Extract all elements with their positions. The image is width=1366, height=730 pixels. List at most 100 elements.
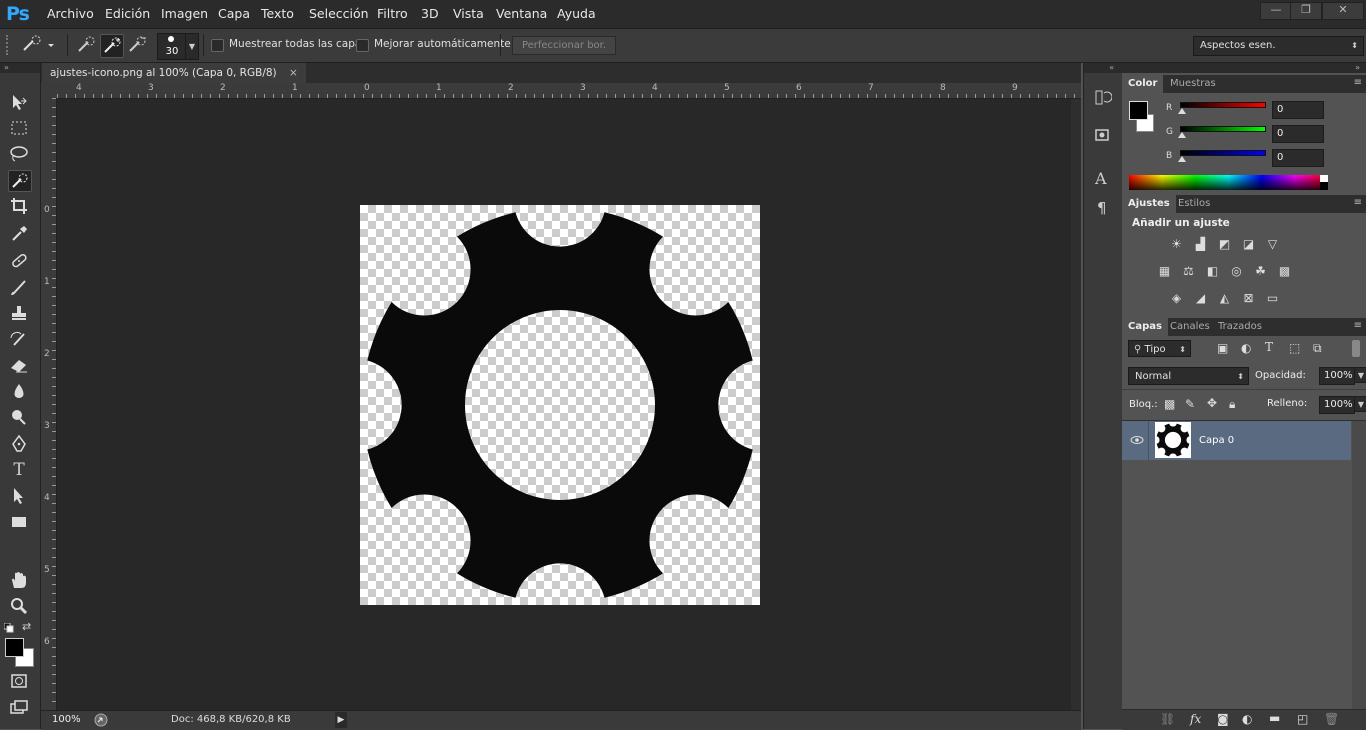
sample-all-layers-checkbox[interactable] [211, 39, 224, 52]
selective-color-icon[interactable]: ⊠ [1240, 291, 1257, 305]
blend-mode-select[interactable]: Normal ⬍ [1128, 367, 1249, 385]
default-colors-icon[interactable] [3, 622, 14, 633]
restore-button[interactable]: ❐ [1290, 2, 1322, 20]
channel-r-input[interactable]: 0 [1272, 101, 1324, 119]
character-panel-icon[interactable]: A [1095, 169, 1107, 188]
new-selection-icon[interactable] [76, 35, 96, 55]
path-selection-tool-icon[interactable] [8, 486, 30, 506]
menu-edicion[interactable]: Edición [105, 6, 150, 21]
channel-r-handle[interactable] [1178, 108, 1186, 114]
workspace-select[interactable]: Aspectos esen. ⬍ [1193, 36, 1364, 56]
invert-icon[interactable]: ◈ [1168, 291, 1185, 305]
zoom-level[interactable]: 100% [52, 714, 81, 725]
color-balance-icon[interactable]: ⚖ [1180, 264, 1197, 278]
tab-ajustes[interactable]: Ajustes [1122, 195, 1176, 213]
eyedropper-tool-icon[interactable] [8, 223, 30, 243]
color-spectrum-ramp[interactable] [1129, 175, 1328, 190]
layer-thumbnail[interactable] [1155, 422, 1191, 458]
menu-seleccion[interactable]: Selección [309, 6, 369, 21]
menu-texto[interactable]: Texto [261, 6, 294, 21]
channel-g-slider[interactable] [1180, 126, 1266, 132]
color-lookup-icon[interactable]: ▩ [1276, 264, 1293, 278]
channel-r-slider[interactable] [1180, 102, 1266, 108]
add-mask-icon[interactable]: ◙ [1217, 712, 1229, 726]
fill-arrow-icon[interactable]: ▼ [1354, 396, 1366, 412]
lock-transparent-pixels-icon[interactable]: ▩ [1164, 397, 1175, 411]
channel-b-handle[interactable] [1178, 156, 1186, 162]
brightness-contrast-icon[interactable]: ☀ [1168, 237, 1185, 251]
menu-3d[interactable]: 3D [421, 6, 439, 21]
link-layers-icon[interactable]: ⛓ [1160, 712, 1175, 726]
gradient-map-icon[interactable]: ▭ [1264, 291, 1281, 305]
posterize-icon[interactable]: ◢ [1192, 291, 1209, 305]
spectrum-black-swatch[interactable] [1320, 182, 1328, 190]
marquee-tool-icon[interactable] [8, 118, 30, 138]
quick-selection-tool-icon[interactable] [8, 170, 32, 192]
quick-mask-icon[interactable] [8, 671, 30, 691]
clone-stamp-tool-icon[interactable] [8, 303, 30, 323]
minimize-button[interactable]: — [1260, 2, 1292, 20]
horizontal-ruler[interactable]: 4 3 2 1 0 1 2 3 4 5 6 7 8 9 [57, 83, 1081, 99]
close-document-icon[interactable]: × [289, 67, 298, 79]
opacity-arrow-icon[interactable]: ▼ [1354, 367, 1366, 383]
healing-brush-tool-icon[interactable] [8, 251, 30, 271]
channel-g-input[interactable]: 0 [1272, 125, 1324, 143]
crop-tool-icon[interactable] [8, 196, 30, 216]
add-to-selection-icon[interactable] [100, 34, 124, 58]
subtract-from-selection-icon[interactable] [127, 35, 147, 55]
status-menu-arrow-icon[interactable]: ▶ [335, 712, 347, 728]
eye-visibility-icon[interactable] [1129, 433, 1145, 447]
collapse-strip-icon[interactable]: « [1084, 63, 1122, 73]
threshold-icon[interactable]: ◭ [1216, 291, 1233, 305]
tab-color[interactable]: Color [1122, 75, 1164, 93]
menu-ventana[interactable]: Ventana [496, 6, 547, 21]
lock-position-icon[interactable]: ✥ [1207, 396, 1217, 410]
filter-adjustment-layer-icon[interactable]: ◐ [1241, 341, 1251, 355]
history-brush-tool-icon[interactable] [8, 329, 30, 349]
filter-type-layer-icon[interactable]: T [1265, 340, 1273, 354]
layer-row[interactable]: Capa 0 [1122, 421, 1351, 460]
brush-dropdown-arrow[interactable]: ▼ [185, 33, 199, 60]
collapse-panels-icon[interactable]: » [1122, 63, 1366, 73]
menu-archivo[interactable]: Archivo [47, 6, 94, 21]
history-panel-icon[interactable] [1094, 88, 1113, 109]
rectangle-tool-icon[interactable] [8, 512, 30, 532]
share-icon[interactable] [93, 713, 109, 727]
type-tool-icon[interactable]: T [8, 460, 30, 480]
zoom-tool-icon[interactable] [8, 596, 30, 616]
close-button[interactable]: ✕ [1322, 2, 1364, 20]
menu-imagen[interactable]: Imagen [161, 6, 208, 21]
delete-layer-icon[interactable]: 🗑︎ [1324, 712, 1339, 726]
refine-edge-button[interactable]: Perfeccionar bor. [512, 36, 616, 55]
foreground-color-swatch[interactable] [5, 638, 24, 657]
paragraph-panel-icon[interactable]: ¶ [1097, 199, 1107, 217]
black-white-icon[interactable]: ◧ [1204, 264, 1221, 278]
new-adjustment-layer-icon[interactable]: ◐ [1242, 712, 1252, 726]
filter-shape-layer-icon[interactable]: ⬚ [1289, 341, 1300, 355]
brush-tool-icon[interactable] [8, 277, 30, 297]
document-tab[interactable]: ajustes-icono.png al 100% (Capa 0, RGB/8… [42, 63, 306, 83]
hand-tool-icon[interactable] [8, 570, 30, 590]
color-panel-foreground-swatch[interactable] [1129, 101, 1148, 120]
hue-saturation-icon[interactable]: ▦ [1156, 264, 1173, 278]
lock-all-icon[interactable]: 🔒︎ [1229, 397, 1235, 412]
panel-menu-icon[interactable]: ≡ [1354, 77, 1362, 88]
blur-tool-icon[interactable] [8, 381, 30, 401]
filter-smart-object-icon[interactable]: ⧉ [1313, 341, 1322, 356]
lasso-tool-icon[interactable] [8, 144, 30, 164]
layer-style-fx-icon[interactable]: fx [1190, 712, 1201, 726]
panel-menu-icon[interactable]: ≡ [1354, 320, 1362, 331]
layer-filter-select[interactable]: ⚲ Tipo ⬍ [1128, 340, 1191, 357]
tool-preset-picker[interactable] [20, 35, 58, 55]
brush-size-picker[interactable]: 30 [157, 33, 186, 60]
photo-filter-icon[interactable]: ◎ [1228, 264, 1245, 278]
document-canvas[interactable] [360, 205, 760, 605]
tab-canales[interactable]: Canales [1164, 318, 1216, 336]
properties-panel-icon[interactable] [1094, 126, 1112, 147]
pen-tool-icon[interactable] [8, 434, 30, 454]
auto-enhance-checkbox[interactable] [356, 39, 369, 52]
move-tool-icon[interactable] [8, 92, 30, 112]
lock-image-pixels-icon[interactable]: ✎ [1185, 397, 1195, 411]
fill-input[interactable]: 100% [1319, 396, 1355, 414]
filter-pixel-layer-icon[interactable]: ▣ [1217, 341, 1228, 355]
